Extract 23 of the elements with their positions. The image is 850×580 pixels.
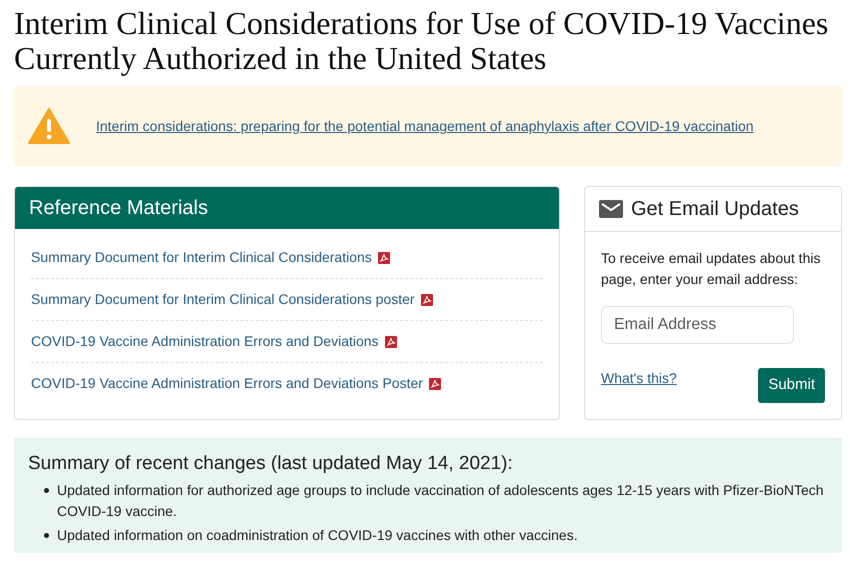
email-field[interactable]: Email Address <box>601 306 794 344</box>
list-item: Updated information for authorized age groups to include vaccination of adolescents ages 12-15 years with Pfizer-BioNTech COVID-19 vaccine. <box>57 481 825 521</box>
document-link[interactable]: COVID-19 Vaccine Administration Errors and Deviations <box>31 331 379 352</box>
pdf-icon <box>428 378 441 390</box>
document-link[interactable]: Summary Document for Interim Clinical Considerations poster <box>31 289 415 310</box>
card-header: Reference Materials <box>15 187 559 230</box>
pdf-icon <box>378 252 390 264</box>
document-link[interactable]: Summary Document for Interim Clinical Considerations <box>31 247 372 268</box>
submit-button[interactable]: Submit <box>758 368 825 403</box>
pdf-icon <box>420 294 433 306</box>
help-link[interactable]: What's this? <box>601 368 677 390</box>
summary-heading: Summary of recent changes (last updated May 14, 2021): <box>28 452 514 476</box>
alert-link[interactable]: Interim considerations: preparing for the potential management of anaphylaxis after COVID-19 vaccination <box>96 116 754 137</box>
pdf-icon <box>384 336 397 348</box>
instruction-text: To receive email updates about this page, enter your email address: <box>601 249 822 290</box>
bullet-icon <box>44 488 49 494</box>
document-link[interactable]: COVID-19 Vaccine Administration Errors and Deviations Poster <box>31 373 423 394</box>
warning-icon <box>28 108 70 144</box>
card-title: Get Email Updates <box>631 197 799 222</box>
list-item: Updated information on coadministration of COVID-19 vaccines with other vaccines. <box>57 526 578 545</box>
page-title: Interim Clinical Considerations for Use of COVID-19 Vaccines Currently Authorized in the United States <box>14 6 830 76</box>
envelope-icon <box>599 200 623 218</box>
bullet-icon <box>44 532 49 538</box>
